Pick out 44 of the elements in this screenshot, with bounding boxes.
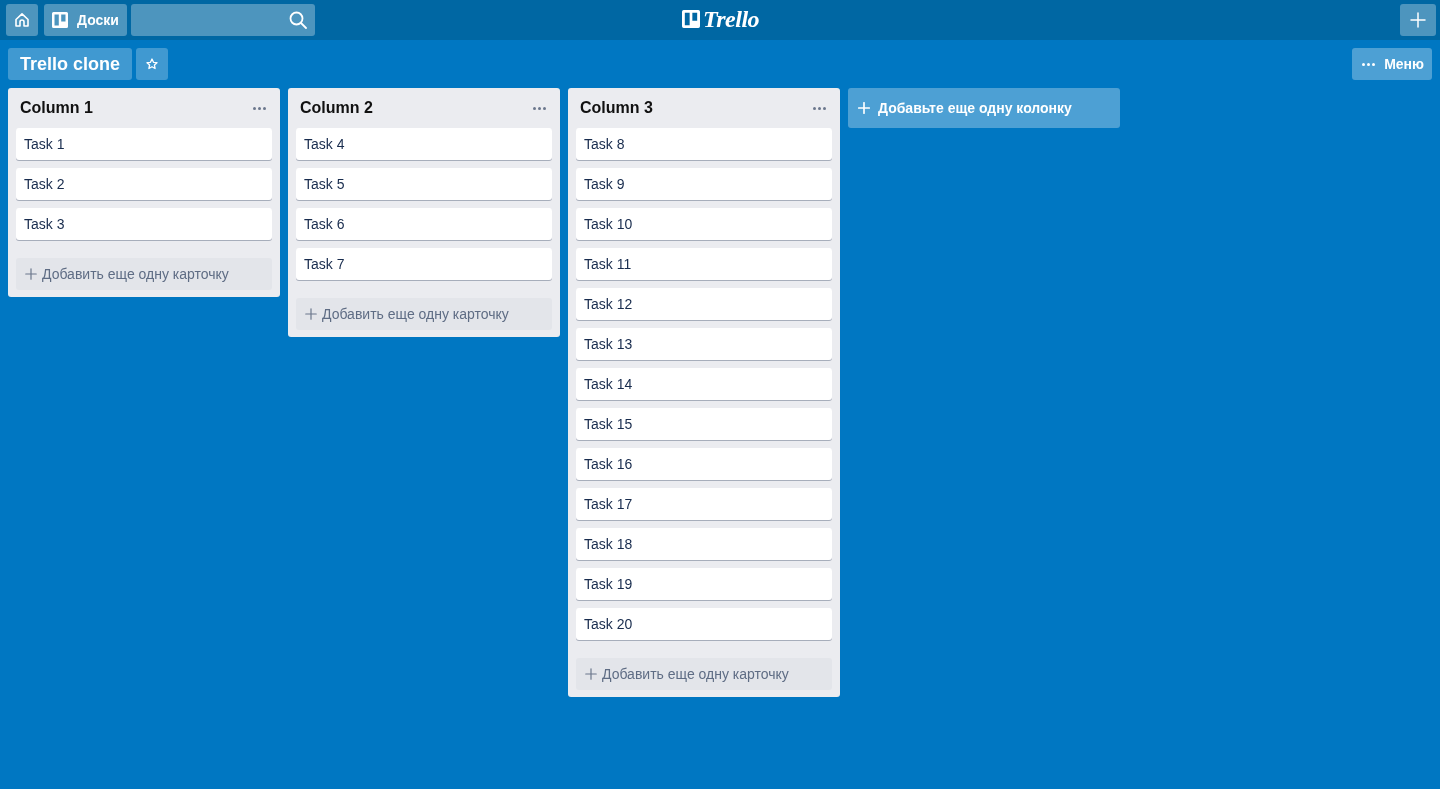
column-title: Column 3 [580,99,653,117]
plus-icon [25,268,37,280]
task-card[interactable]: Task 9 [576,168,832,200]
star-button[interactable] [136,48,169,80]
task-card[interactable]: Task 3 [16,208,272,240]
task-card[interactable]: Task 13 [576,328,832,360]
search-field[interactable] [130,4,315,36]
task-card[interactable]: Task 10 [576,208,832,240]
home-icon [14,12,30,28]
plus-icon [858,102,870,114]
task-card[interactable]: Task 7 [296,248,552,280]
task-card[interactable]: Task 2 [16,168,272,200]
task-card[interactable]: Task 16 [576,448,832,480]
add-card-button[interactable]: Добавить еще одну карточку [576,658,832,690]
task-card[interactable]: Task 11 [576,248,832,280]
task-card[interactable]: Task 8 [576,128,832,160]
logo-text: Trello [703,7,760,31]
plus-icon [1410,12,1426,28]
board-icon [52,12,68,28]
create-button[interactable] [1400,4,1436,36]
task-card[interactable]: Task 6 [296,208,552,240]
more-icon [533,106,546,110]
column-title: Column 2 [300,99,373,117]
plus-icon [585,668,597,680]
column-title: Column 1 [20,99,93,117]
add-card-button[interactable]: Добавить еще одну карточку [296,298,552,330]
task-card[interactable]: Task 19 [576,568,832,600]
home-button[interactable] [6,4,38,36]
task-card[interactable]: Task 1 [16,128,272,160]
task-card[interactable]: Task 18 [576,528,832,560]
task-card[interactable]: Task 17 [576,488,832,520]
task-card[interactable]: Task 12 [576,288,832,320]
more-icon [253,106,266,110]
task-card[interactable]: Task 20 [576,608,832,640]
board-icon [682,10,700,28]
task-card[interactable]: Task 4 [296,128,552,160]
task-card[interactable]: Task 5 [296,168,552,200]
add-card-button[interactable]: Добавить еще одну карточку [16,258,272,290]
more-icon [813,106,826,110]
more-icon [1362,62,1376,66]
search-icon [288,11,307,29]
task-card[interactable]: Task 14 [576,368,832,400]
task-card[interactable]: Task 15 [576,408,832,440]
plus-icon [305,308,317,320]
